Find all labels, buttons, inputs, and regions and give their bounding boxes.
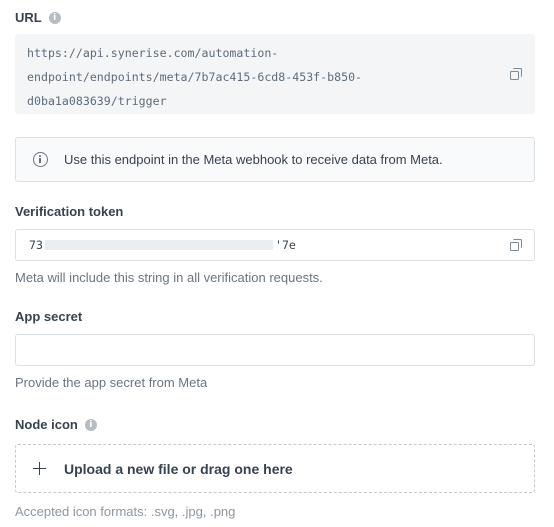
app-secret-label-row: App secret [15, 309, 82, 324]
info-circle-icon [33, 152, 48, 167]
url-label-row: URL i [15, 10, 61, 25]
token-prefix: 73 [29, 238, 43, 252]
info-icon[interactable]: i [48, 11, 61, 24]
copy-url-icon[interactable] [510, 68, 523, 81]
url-line: endpoint/endpoints/meta/7b7ac415-6cd8-45… [27, 70, 363, 84]
app-secret-input[interactable] [15, 334, 535, 366]
verification-token-label-row: Verification token [15, 204, 123, 219]
webhook-settings-form: URL i https://api.synerise.com/automatio… [0, 0, 554, 527]
info-icon[interactable]: i [84, 418, 97, 431]
node-icon-label-row: Node icon i [15, 417, 97, 432]
app-secret-hint: Provide the app secret from Meta [15, 375, 208, 390]
copy-token-icon[interactable] [510, 239, 523, 252]
verification-token-label: Verification token [15, 204, 124, 219]
url-line: https://api.synerise.com/automation- [27, 46, 279, 60]
redacted-token-block [44, 240, 273, 250]
url-line: d0ba1a083639/trigger [27, 94, 167, 108]
verification-token-input[interactable]: 73 '7e [15, 229, 535, 261]
upload-label: Upload a new file or drag one here [64, 460, 293, 477]
url-label: URL [15, 10, 42, 25]
verification-token-hint: Meta will include this string in all ver… [15, 270, 323, 285]
info-banner-text: Use this endpoint in the Meta webhook to… [64, 152, 443, 167]
app-secret-label: App secret [15, 309, 83, 324]
node-icon-label: Node icon [15, 417, 78, 432]
token-suffix: '7e [274, 238, 296, 252]
endpoint-url-field[interactable]: https://api.synerise.com/automation- end… [15, 34, 535, 114]
node-icon-hint: Accepted icon formats: .svg, .jpg, .png [15, 504, 236, 519]
upload-dropzone[interactable]: Upload a new file or drag one here [15, 444, 535, 493]
plus-icon [33, 462, 46, 475]
info-banner: Use this endpoint in the Meta webhook to… [15, 137, 535, 182]
